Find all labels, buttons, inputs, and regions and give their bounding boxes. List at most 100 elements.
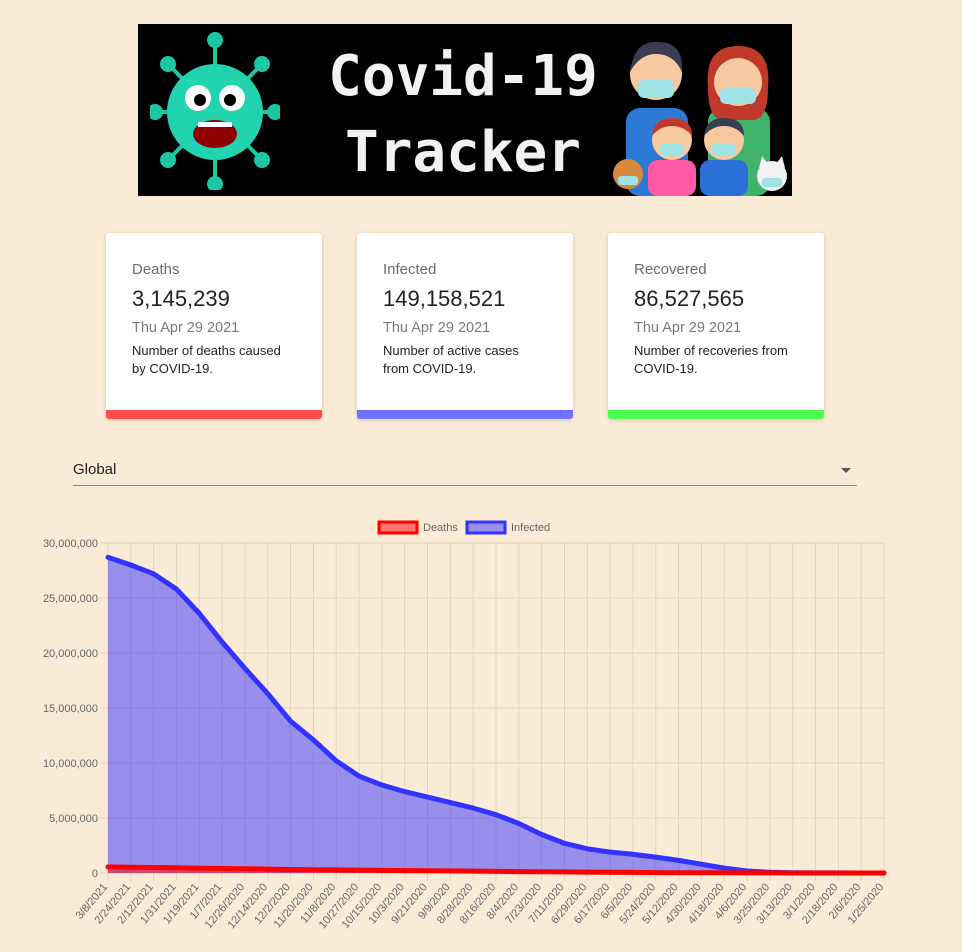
data-point-infected — [129, 563, 133, 567]
data-point-infected — [289, 719, 293, 723]
legend-swatch-infected — [465, 520, 507, 535]
data-point-deaths — [403, 869, 407, 873]
y-tick-label: 15,000,000 — [43, 703, 98, 715]
data-point-deaths — [836, 871, 840, 875]
data-point-infected — [220, 640, 224, 644]
country-select-value: Global — [73, 461, 117, 478]
data-point-infected — [197, 611, 201, 615]
dropdown-arrow-icon[interactable] — [841, 468, 851, 473]
card-description: Number of deaths caused by COVID-19. — [132, 343, 281, 376]
card-color-bar — [608, 410, 824, 419]
data-point-infected — [494, 813, 498, 817]
data-point-infected — [380, 783, 384, 787]
data-point-infected — [403, 790, 407, 794]
data-point-infected — [152, 572, 156, 576]
banner-title-line1: Covid-19 — [328, 44, 598, 109]
data-point-deaths — [722, 871, 726, 875]
data-point-deaths — [289, 867, 293, 871]
data-point-deaths — [699, 871, 703, 875]
data-point-deaths — [426, 869, 430, 873]
data-point-deaths — [745, 871, 749, 875]
data-point-infected — [608, 850, 612, 854]
recovered-card: Recovered 86,527,565 Thu Apr 29 2021 Num… — [608, 233, 824, 419]
data-point-infected — [174, 587, 178, 591]
data-point-deaths — [220, 866, 224, 870]
data-point-deaths — [768, 871, 772, 875]
card-description: Number of recoveries from COVID-19. — [634, 343, 788, 376]
card-title: Deaths — [132, 261, 180, 278]
data-point-deaths — [106, 865, 110, 869]
data-point-deaths — [562, 870, 566, 874]
data-point-infected — [540, 833, 544, 836]
card-color-bar — [106, 410, 322, 419]
x-axis-ticks: 3/8/20212/24/20212/12/20211/31/20211/19/… — [74, 881, 887, 931]
y-tick-label: 25,000,000 — [43, 593, 98, 605]
data-point-deaths — [517, 870, 521, 874]
covid-timeline-chart: Deaths Infected 0 5,000,000 10,000,000 15,00… — [43, 520, 887, 931]
chart-legend: Deaths Infected — [377, 520, 550, 535]
data-point-deaths — [311, 868, 315, 872]
data-point-infected — [699, 862, 703, 866]
data-point-infected — [562, 841, 566, 845]
country-select[interactable]: Global — [73, 458, 857, 486]
y-axis-ticks: 0 5,000,000 10,000,000 15,000,000 20,000,000… — [43, 538, 98, 880]
data-point-deaths — [380, 868, 384, 872]
legend-swatch-deaths — [377, 520, 419, 535]
data-point-infected — [357, 774, 361, 778]
legend-label-deaths: Deaths — [423, 522, 458, 534]
data-point-infected — [471, 806, 475, 810]
data-point-infected — [426, 795, 430, 799]
data-point-deaths — [448, 869, 452, 873]
data-point-infected — [106, 555, 110, 559]
data-point-deaths — [357, 868, 361, 872]
data-point-deaths — [540, 870, 544, 874]
card-date: Thu Apr 29 2021 — [634, 320, 742, 336]
card-color-bar — [357, 410, 573, 419]
data-point-deaths — [494, 869, 498, 873]
data-point-infected — [311, 738, 315, 742]
data-point-deaths — [585, 870, 589, 874]
legend-label-infected: Infected — [511, 522, 550, 534]
card-title: Infected — [383, 261, 437, 278]
data-point-deaths — [882, 871, 886, 875]
data-point-deaths — [677, 871, 681, 875]
data-point-deaths — [174, 866, 178, 870]
data-point-deaths — [608, 870, 612, 874]
data-point-deaths — [471, 869, 475, 873]
virus-icon — [150, 32, 280, 190]
card-value: 86,527,565 — [634, 286, 745, 311]
data-point-infected — [448, 801, 452, 805]
covid-tracker-banner: Covid-19 Tracker — [138, 24, 792, 196]
y-tick-label: 20,000,000 — [43, 648, 98, 660]
y-tick-label: 0 — [92, 868, 98, 880]
masked-family-icon — [613, 41, 787, 196]
data-point-deaths — [791, 871, 795, 875]
infected-card: Infected 149,158,521 Thu Apr 29 2021 Num… — [357, 233, 573, 419]
data-point-infected — [334, 759, 338, 763]
data-point-infected — [517, 822, 521, 825]
data-point-deaths — [814, 871, 818, 875]
data-point-deaths — [654, 871, 658, 875]
data-point-infected — [631, 852, 635, 856]
banner-title-line2: Tracker — [344, 120, 581, 185]
y-tick-label: 30,000,000 — [43, 538, 98, 550]
card-value: 149,158,521 — [383, 286, 506, 311]
data-point-infected — [677, 858, 681, 862]
card-value: 3,145,239 — [132, 286, 230, 311]
data-point-deaths — [197, 866, 201, 870]
card-description: Number of active cases from COVID-19. — [383, 343, 519, 376]
data-point-deaths — [631, 870, 635, 874]
data-point-infected — [243, 666, 247, 670]
deaths-card: Deaths 3,145,239 Thu Apr 29 2021 Number … — [106, 233, 322, 419]
data-point-infected — [654, 855, 658, 859]
data-point-deaths — [152, 866, 156, 869]
data-point-deaths — [243, 867, 247, 871]
y-tick-label: 5,000,000 — [49, 813, 98, 825]
data-point-deaths — [266, 867, 270, 871]
y-tick-label: 10,000,000 — [43, 758, 98, 770]
data-point-infected — [722, 866, 726, 870]
data-point-deaths — [859, 871, 863, 875]
data-point-infected — [266, 692, 270, 696]
data-point-infected — [585, 847, 589, 851]
card-date: Thu Apr 29 2021 — [383, 320, 491, 336]
